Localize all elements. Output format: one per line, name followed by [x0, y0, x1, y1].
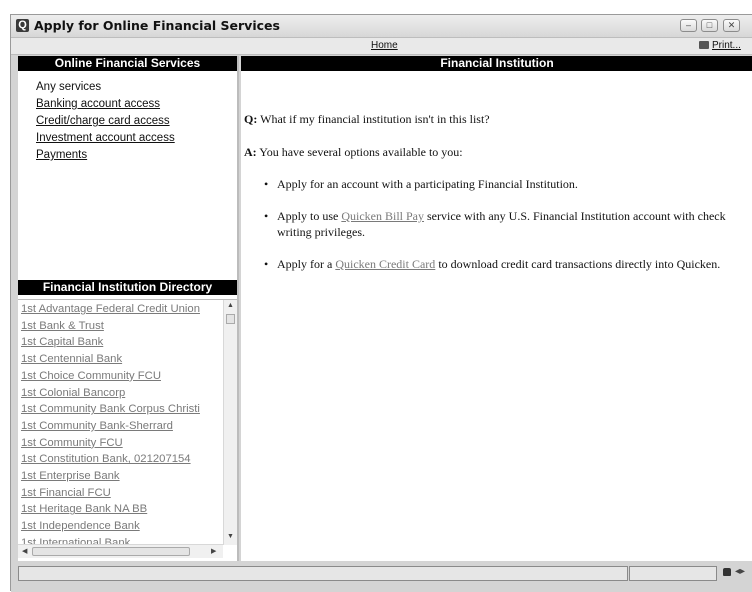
network-icon: ◂▸ — [735, 566, 746, 577]
directory-item[interactable]: 1st Enterprise Bank — [21, 468, 200, 485]
scroll-down-arrow-icon[interactable]: ▼ — [227, 533, 234, 540]
option-item: • Apply to use Quicken Bill Pay service … — [244, 208, 744, 240]
scroll-right-arrow-icon[interactable]: ▶ — [211, 547, 216, 555]
vertical-scroll-thumb[interactable] — [226, 314, 235, 324]
print-label: Print... — [712, 40, 741, 51]
answer-label: A: — [244, 145, 257, 159]
directory-item[interactable]: 1st Advantage Federal Credit Union — [21, 301, 200, 318]
option-item: • Apply for a Quicken Credit Card to dow… — [244, 256, 744, 272]
status-field-secondary — [629, 566, 717, 581]
faq-content: Q: What if my financial institution isn'… — [244, 111, 744, 288]
minimize-button[interactable]: – — [680, 19, 697, 32]
directory-list: 1st Advantage Federal Credit Union 1st B… — [21, 301, 200, 545]
directory-item[interactable]: 1st Financial FCU — [21, 485, 200, 502]
lock-icon — [723, 568, 731, 576]
toolbar: Home Print... — [11, 37, 752, 55]
option-text: Apply for an account with a participatin… — [277, 177, 578, 191]
status-field-main — [18, 566, 628, 581]
maximize-button[interactable]: □ — [701, 19, 718, 32]
directory-item[interactable]: 1st Constitution Bank, 021207154 — [21, 451, 200, 468]
printer-icon — [699, 41, 709, 49]
quicken-icon: Q — [16, 19, 29, 32]
directory-item[interactable]: 1st Community Bank-Sherrard — [21, 418, 200, 435]
print-button[interactable]: Print... — [699, 40, 741, 51]
bullet-icon: • — [264, 177, 269, 191]
quicken-bill-pay-link[interactable]: Quicken Bill Pay — [341, 209, 424, 223]
answer-text: You have several options available to yo… — [259, 145, 463, 159]
horizontal-scrollbar[interactable]: ◀ ▶ — [18, 544, 223, 558]
services-header: Online Financial Services — [18, 56, 237, 71]
directory-item[interactable]: 1st Choice Community FCU — [21, 368, 200, 385]
directory-item[interactable]: 1st Independence Bank — [21, 518, 200, 535]
option-text-post: to download credit card transactions dir… — [435, 257, 721, 271]
vertical-scrollbar[interactable]: ▲ ▼ — [223, 300, 237, 545]
scroll-up-arrow-icon[interactable]: ▲ — [227, 302, 234, 309]
directory-item[interactable]: 1st Capital Bank — [21, 334, 200, 351]
home-link[interactable]: Home — [371, 40, 398, 51]
window-title: Apply for Online Financial Services — [34, 18, 280, 33]
close-button[interactable]: ✕ — [723, 19, 740, 32]
service-banking-link[interactable]: Banking account access — [36, 96, 175, 113]
question-label: Q: — [244, 112, 258, 126]
scroll-left-arrow-icon[interactable]: ◀ — [22, 547, 27, 555]
service-credit-card-link[interactable]: Credit/charge card access — [36, 113, 175, 130]
options-list: • Apply for an account with a participat… — [244, 176, 744, 272]
option-text-pre: Apply for a — [277, 257, 336, 271]
answer: A: You have several options available to… — [244, 144, 744, 160]
quicken-credit-card-link[interactable]: Quicken Credit Card — [335, 257, 435, 271]
question: Q: What if my financial institution isn'… — [244, 111, 744, 127]
horizontal-scroll-thumb[interactable] — [32, 547, 190, 556]
bullet-icon: • — [264, 257, 269, 271]
directory-item[interactable]: 1st Community Bank Corpus Christi — [21, 401, 200, 418]
app-window: Q Apply for Online Financial Services – … — [10, 14, 752, 592]
directory-item[interactable]: 1st Colonial Bancorp — [21, 385, 200, 402]
right-pane: Financial Institution Q: What if my fina… — [241, 56, 752, 561]
directory-item[interactable]: 1st Centennial Bank — [21, 351, 200, 368]
status-bar: ◂▸ — [11, 563, 752, 592]
left-pane: Online Financial Services Any services B… — [18, 56, 239, 561]
directory-item[interactable]: 1st Bank & Trust — [21, 318, 200, 335]
service-investment-link[interactable]: Investment account access — [36, 130, 175, 147]
services-list: Any services Banking account access Cred… — [36, 79, 175, 164]
service-any: Any services — [36, 81, 102, 93]
option-text-pre: Apply to use — [277, 209, 342, 223]
directory-list-box: 1st Advantage Federal Credit Union 1st B… — [18, 299, 237, 545]
financial-institution-header: Financial Institution — [241, 56, 752, 71]
title-bar: Q Apply for Online Financial Services – … — [11, 15, 752, 37]
directory-header: Financial Institution Directory — [18, 280, 237, 295]
directory-item[interactable]: 1st Heritage Bank NA BB — [21, 501, 200, 518]
service-payments-link[interactable]: Payments — [36, 147, 175, 164]
question-text: What if my financial institution isn't i… — [260, 112, 490, 126]
directory-item[interactable]: 1st Community FCU — [21, 435, 200, 452]
bullet-icon: • — [264, 209, 269, 223]
option-item: • Apply for an account with a participat… — [244, 176, 744, 192]
